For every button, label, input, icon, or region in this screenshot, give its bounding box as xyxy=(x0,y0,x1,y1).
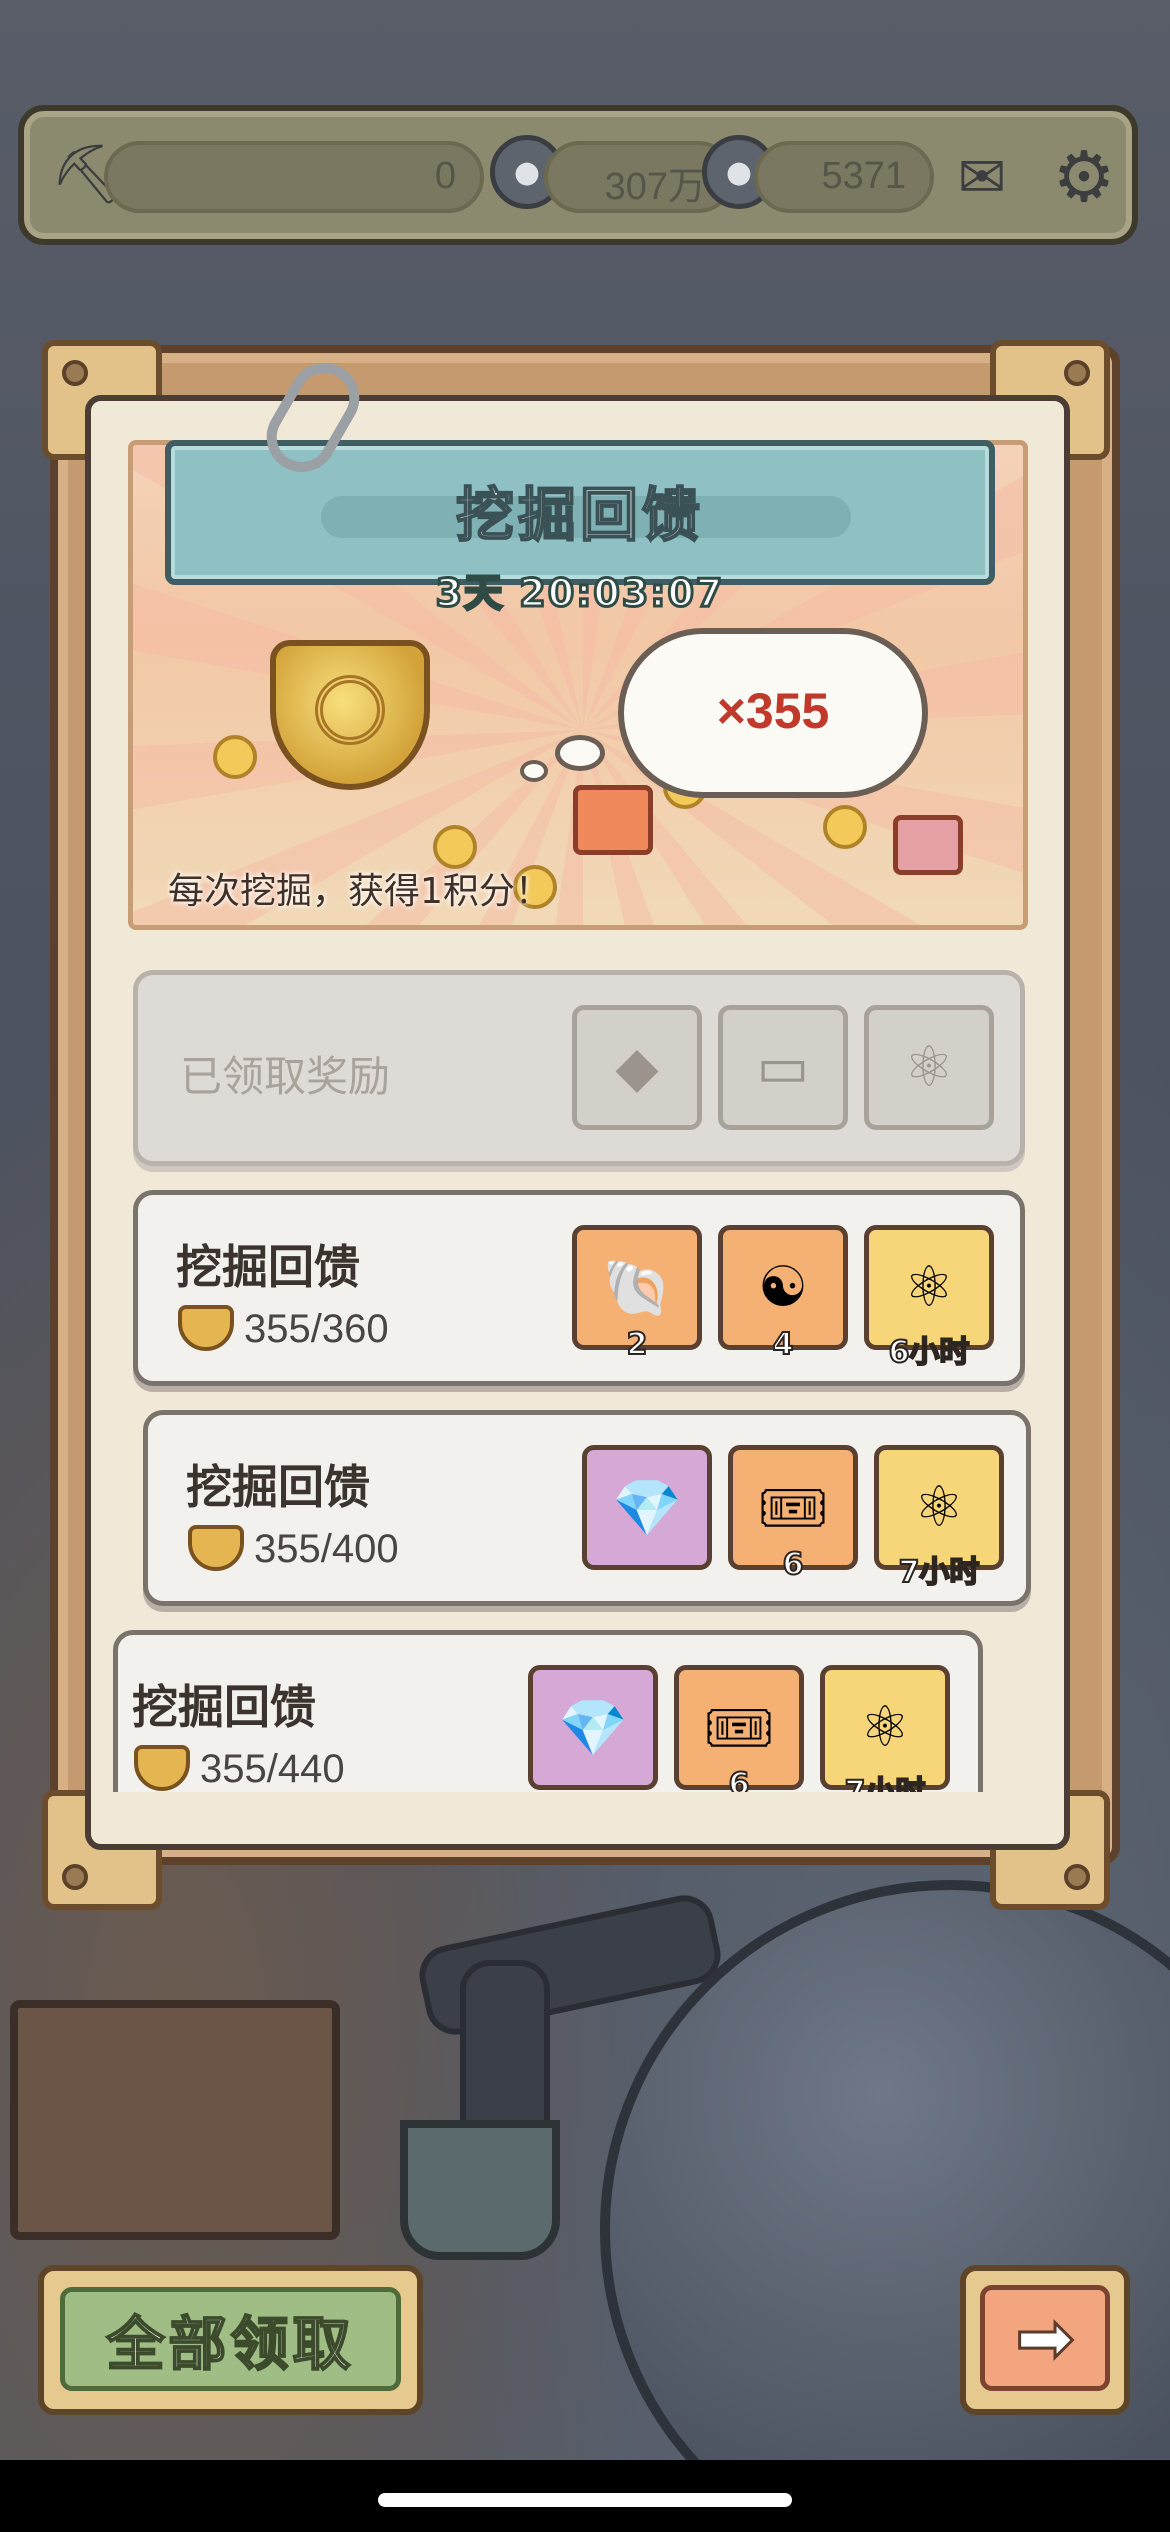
row-progress: 355/360 xyxy=(244,1307,389,1351)
thought-dot xyxy=(520,760,548,782)
ore-icon: ◆ xyxy=(572,1005,702,1130)
trophy-icon xyxy=(134,1745,190,1791)
scroll-clip: 挖掘回馈 355/440 💎 🎟 6 ⚛ 7小时 xyxy=(95,1620,1060,1792)
crystal-cluster-icon[interactable]: 💎 xyxy=(582,1445,712,1570)
reward-count: 2 xyxy=(626,1326,649,1363)
reward-row: 挖掘回馈 355/400 💎 🎟 6 ⚛ 7小时 xyxy=(143,1410,1031,1606)
thought-dot xyxy=(555,735,605,771)
trophy-icon xyxy=(178,1305,234,1351)
mail-icon[interactable]: ✉ xyxy=(932,129,1032,225)
row-progress: 355/440 xyxy=(200,1747,345,1791)
row-progress: 355/400 xyxy=(254,1527,399,1571)
reward-count: 4 xyxy=(772,1326,795,1363)
home-indicator[interactable] xyxy=(378,2493,792,2507)
gift-box-icon xyxy=(573,785,653,855)
reward-row: 挖掘回馈 355/360 🐚 2 ☯ 4 ⚛ 6小时 xyxy=(133,1190,1025,1386)
crystal-cluster-icon[interactable]: 💎 xyxy=(528,1665,658,1790)
event-timer: 3天 20:03:07 xyxy=(434,570,725,617)
golden-trophy-icon xyxy=(240,640,460,820)
crate-decoration xyxy=(10,2000,340,2240)
next-button[interactable]: ➡ xyxy=(960,2265,1130,2415)
resource-bar: ⛏ 0 ● 307万 ● 5371 ✉ ⚙ xyxy=(18,105,1138,245)
event-note: 每次挖掘，获得1积分！ xyxy=(168,871,551,912)
claim-all-button[interactable]: 全部领取 xyxy=(38,2265,423,2415)
gear-icon[interactable]: ⚙ xyxy=(1036,129,1132,225)
bucket-decoration xyxy=(400,2120,560,2260)
arrow-right-icon: ➡ xyxy=(980,2285,1110,2391)
pickaxe-count: 0 xyxy=(104,141,484,213)
claimed-label: 已领取奖励 xyxy=(180,1052,391,1101)
event-title: 挖掘回馈 xyxy=(455,480,704,550)
row-title: 挖掘回馈 xyxy=(176,1240,360,1294)
gem-count: 5371 xyxy=(754,141,934,213)
molecule-icon: ⚛ xyxy=(864,1005,994,1130)
ticket-icon: ▭ xyxy=(718,1005,848,1130)
gift-box-icon xyxy=(893,815,963,875)
reward-count: 7小时 xyxy=(820,1767,950,1792)
reward-count: 6 xyxy=(782,1546,805,1583)
reward-count: 7小时 xyxy=(898,1554,981,1591)
row-title: 挖掘回馈 xyxy=(186,1460,370,1514)
claim-all-label: 全部领取 xyxy=(60,2287,401,2391)
row-title: 挖掘回馈 xyxy=(132,1680,316,1734)
trophy-icon xyxy=(188,1525,244,1571)
reward-row: 挖掘回馈 355/440 💎 🎟 6 ⚛ 7小时 xyxy=(113,1630,983,1792)
reward-row-claimed: 已领取奖励 ◆ ▭ ⚛ xyxy=(133,970,1025,1166)
reward-count: 6小时 xyxy=(888,1334,971,1371)
reward-count: 6 xyxy=(728,1766,751,1792)
multiplier-value: ×355 xyxy=(716,683,830,739)
